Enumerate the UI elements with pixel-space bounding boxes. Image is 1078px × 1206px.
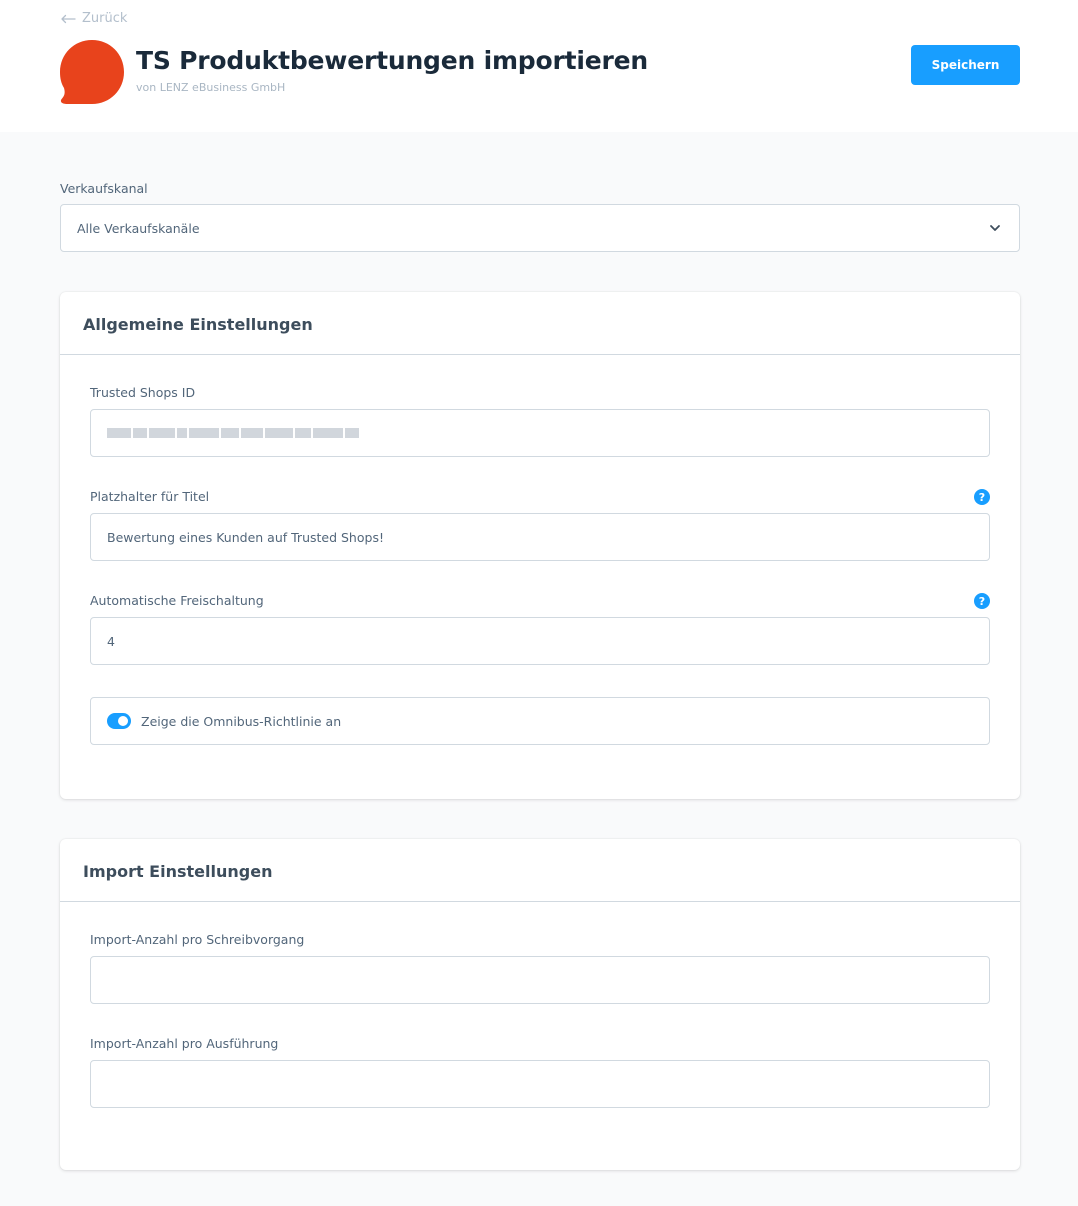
import-per-write-input[interactable] <box>90 956 990 1004</box>
omnibus-toggle-field: Zeige die Omnibus-Richtlinie an <box>90 697 990 745</box>
page-title: TS Produktbewertungen importieren <box>136 46 648 75</box>
auto-release-value: 4 <box>107 633 115 649</box>
general-settings-title: Allgemeine Einstellungen <box>83 315 313 334</box>
import-settings-title: Import Einstellungen <box>83 862 273 881</box>
import-per-write-label: Import-Anzahl pro Schreibvorgang <box>90 932 305 947</box>
trusted-shops-id-input[interactable] <box>90 409 990 457</box>
import-settings-card: Import Einstellungen Import-Anzahl pro S… <box>60 839 1020 1170</box>
import-per-run-label: Import-Anzahl pro Ausführung <box>90 1036 279 1051</box>
save-button[interactable]: Speichern <box>911 45 1020 85</box>
app-logo <box>60 40 124 104</box>
chevron-down-icon <box>990 225 1000 231</box>
title-placeholder-value: Bewertung eines Kunden auf Trusted Shops… <box>107 529 384 545</box>
import-per-run-input[interactable] <box>90 1060 990 1108</box>
card-divider <box>60 901 1020 902</box>
auto-release-label: Automatische Freischaltung <box>90 593 264 608</box>
sales-channel-label: Verkaufskanal <box>60 181 148 196</box>
sales-channel-value: Alle Verkaufskanäle <box>77 220 200 236</box>
trusted-shops-id-label: Trusted Shops ID <box>90 385 196 400</box>
general-settings-card: Allgemeine Einstellungen Trusted Shops I… <box>60 292 1020 799</box>
title-placeholder-label: Platzhalter für Titel <box>90 489 210 504</box>
back-link-label: Zurück <box>82 11 128 26</box>
arrow-left-icon <box>61 14 76 23</box>
help-icon[interactable]: ? <box>974 593 990 609</box>
auto-release-input[interactable]: 4 <box>90 617 990 665</box>
redacted-value <box>107 428 359 438</box>
omnibus-toggle[interactable] <box>107 713 131 729</box>
omnibus-toggle-label: Zeige die Omnibus-Richtlinie an <box>141 713 342 729</box>
back-link[interactable]: Zurück <box>60 11 127 26</box>
help-icon[interactable]: ? <box>974 489 990 505</box>
card-divider <box>60 354 1020 355</box>
title-placeholder-input[interactable]: Bewertung eines Kunden auf Trusted Shops… <box>90 513 990 561</box>
page-header: Zurück TS Produktbewertungen importieren… <box>0 0 1078 132</box>
vendor-name: von LENZ eBusiness GmbH <box>136 81 286 94</box>
sales-channel-select[interactable]: Alle Verkaufskanäle <box>60 204 1020 252</box>
